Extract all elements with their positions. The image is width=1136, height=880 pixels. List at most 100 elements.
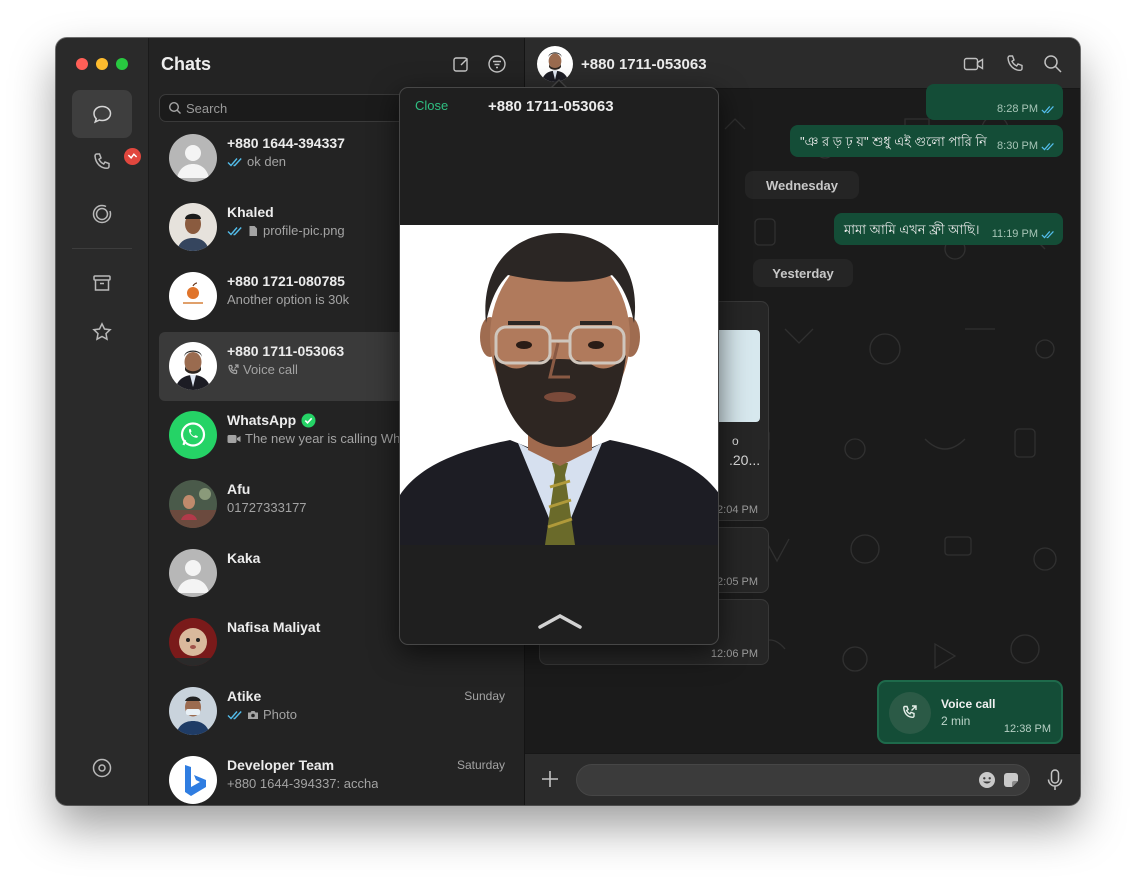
avatar (169, 411, 217, 459)
starred-nav-button[interactable] (72, 308, 132, 356)
double-check-icon (1041, 142, 1054, 150)
close-window-button[interactable] (76, 58, 88, 70)
chat-preview-text: Another option is 30k (227, 292, 350, 307)
default-avatar (169, 549, 217, 597)
chat-name: Nafisa Maliyat (227, 619, 321, 635)
emoji-icon[interactable] (978, 771, 996, 789)
search-icon (168, 101, 181, 114)
message-input[interactable] (591, 771, 971, 791)
link-preview-caption: o (732, 434, 739, 448)
missed-call-icon (127, 153, 138, 159)
message-time: 12:06 PM (710, 648, 758, 660)
default-avatar (169, 134, 217, 182)
chat-name: Developer Team (227, 757, 335, 773)
profile-photo[interactable] (400, 225, 718, 545)
date-separator: Yesterday (753, 259, 853, 287)
message-text: মামা আমি এখন ফ্রী আছি। (844, 222, 980, 237)
phone-outgoing-icon (227, 363, 239, 376)
camera-icon (247, 709, 259, 721)
missed-call-badge (124, 148, 141, 165)
chat-preview: +880 1644-394337: accha (227, 776, 378, 791)
chat-name: +880 1721-080785 (227, 273, 345, 289)
chat-preview: Voice call (227, 362, 298, 377)
video-icon (227, 433, 241, 445)
chats-title: Chats (161, 54, 212, 74)
contact-avatar[interactable] (537, 46, 573, 82)
chat-preview-text: Voice call (243, 362, 298, 377)
contact-photo (169, 203, 217, 251)
double-check-icon (227, 710, 243, 720)
message-time-text: 8:28 PM (997, 103, 1038, 115)
chat-list-item[interactable]: Atike Photo Sunday (159, 677, 515, 746)
document-icon (247, 225, 259, 237)
message-time: 8:28 PM (997, 103, 1055, 115)
outgoing-call-icon (903, 705, 917, 719)
sticker-icon[interactable] (1002, 771, 1020, 789)
new-chat-icon[interactable] (451, 54, 471, 74)
logo-avatar (169, 272, 217, 320)
calls-nav-button[interactable] (72, 138, 141, 186)
chat-name: +880 1711-053063 (227, 343, 345, 359)
contact-name[interactable]: +880 1711-053063 (581, 56, 707, 73)
nav-rail (56, 38, 149, 805)
phone-icon (94, 153, 110, 170)
search-icon[interactable] (1041, 52, 1065, 76)
double-check-icon (1041, 105, 1054, 113)
chat-preview-text: +880 1644-394337: accha (227, 776, 379, 791)
chevron-up-icon[interactable] (537, 611, 583, 631)
message-time-text: 11:19 PM (991, 228, 1038, 240)
filter-icon[interactable] (487, 54, 507, 74)
archived-nav-button[interactable] (72, 259, 132, 307)
video-call-icon[interactable] (962, 52, 986, 76)
avatar (169, 756, 217, 804)
outgoing-message[interactable]: মামা আমি এখন ফ্রী আছি। 11:19 PM (834, 213, 1063, 245)
microphone-icon[interactable] (1045, 768, 1065, 792)
chat-time: Sunday (464, 689, 505, 703)
call-title: Voice call (941, 697, 996, 711)
zoom-window-button[interactable] (116, 58, 128, 70)
contact-photo (537, 46, 573, 82)
plus-icon[interactable] (539, 768, 561, 790)
outgoing-message[interactable]: "ঞ র ড় ঢ় য়" শুধু এই গুলো পারি নি 8:30… (790, 125, 1063, 157)
chats-nav-button[interactable] (72, 90, 132, 138)
person-placeholder-icon (169, 549, 217, 597)
avatar (169, 203, 217, 251)
message-input-box[interactable] (576, 764, 1030, 796)
minimize-window-button[interactable] (96, 58, 108, 70)
call-icon-circle (889, 692, 931, 734)
outgoing-message[interactable]: 8:28 PM (926, 84, 1063, 120)
chat-preview: 01727333177 (227, 500, 307, 515)
conversation-header[interactable]: +880 1711-053063 (525, 38, 1080, 89)
chat-list-item[interactable]: Developer Team +880 1644-394337: accha S… (159, 746, 515, 805)
chat-name: Afu (227, 481, 251, 497)
contact-photo (169, 480, 217, 528)
message-time: 12:38 PM (1003, 723, 1051, 735)
settings-nav-button[interactable] (72, 744, 132, 792)
chat-name: Kaka (227, 550, 261, 566)
double-check-icon (1041, 230, 1054, 238)
voice-call-icon[interactable] (1003, 52, 1027, 76)
close-button[interactable]: Close (415, 98, 448, 113)
avatar (169, 342, 217, 390)
message-time-text: 8:30 PM (997, 140, 1038, 152)
chat-name: Atike (227, 688, 262, 704)
message-time: 2:04 PM (717, 504, 758, 516)
contact-photo (169, 342, 217, 390)
chat-preview: Another option is 30k (227, 292, 349, 307)
voice-call-message[interactable]: Voice call 2 min 12:38 PM (877, 680, 1063, 744)
chat-time: Saturday (456, 758, 505, 772)
status-nav-button[interactable] (72, 190, 132, 238)
chat-name: WhatsApp (227, 412, 316, 428)
avatar (169, 272, 217, 320)
verified-badge-icon (301, 413, 316, 427)
chat-preview-text: 01727333177 (227, 500, 307, 515)
call-duration: 2 min (941, 714, 971, 728)
popover-title: +880 1711-053063 (488, 98, 614, 115)
chat-preview: ok den (227, 154, 286, 169)
gear-icon (92, 758, 112, 778)
chat-preview-text: The new year is calling Wh (245, 431, 401, 446)
avatar (169, 687, 217, 735)
link-preview-url: .20... (729, 452, 761, 468)
chat-name: Khaled (227, 204, 274, 220)
rail-divider (72, 248, 132, 249)
